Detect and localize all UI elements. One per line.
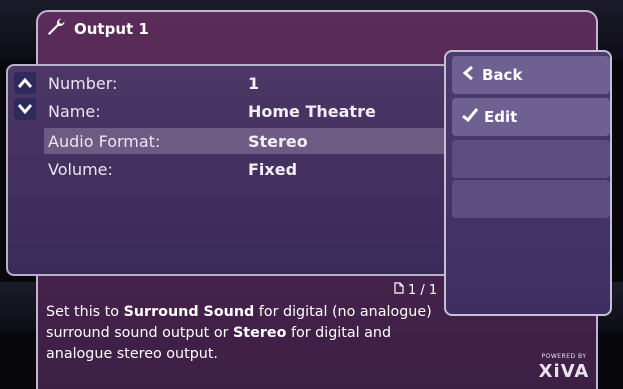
row-label: Number: bbox=[48, 73, 118, 93]
empty-action-slot bbox=[452, 180, 610, 218]
row-label: Audio Format: bbox=[48, 131, 161, 151]
list-item-volume[interactable]: Volume: Fixed bbox=[44, 156, 448, 182]
title-bar: Output 1 bbox=[46, 14, 149, 44]
scroll-down-button[interactable] bbox=[14, 98, 36, 120]
powered-by-logo: POWERED BY XiVA bbox=[532, 353, 596, 382]
description-emphasis: Surround Sound bbox=[123, 304, 255, 320]
list-item-audio-format[interactable]: Audio Format: Stereo bbox=[44, 128, 448, 154]
row-label: Name: bbox=[48, 101, 101, 121]
page-icon bbox=[394, 282, 404, 298]
edit-button[interactable]: Edit bbox=[452, 98, 610, 136]
page-indicator: 1 / 1 bbox=[394, 282, 437, 298]
chevron-down-icon bbox=[17, 100, 33, 119]
description-emphasis: Stereo bbox=[233, 325, 287, 341]
row-value: Stereo bbox=[248, 131, 308, 151]
list-item-name[interactable]: Name: Home Theatre bbox=[44, 98, 448, 124]
page-count: 1 / 1 bbox=[408, 282, 438, 298]
window-title: Output 1 bbox=[74, 20, 149, 38]
row-label: Volume: bbox=[48, 159, 113, 179]
help-description: Set this to Surround Sound for digital (… bbox=[46, 302, 446, 365]
powered-by-text: POWERED BY bbox=[541, 353, 587, 360]
xiva-logo: XiVA bbox=[538, 361, 590, 382]
settings-list-panel: Number: 1 Name: Home Theatre Audio Forma… bbox=[6, 64, 450, 276]
row-value: Fixed bbox=[248, 159, 298, 179]
row-value: 1 bbox=[248, 73, 260, 93]
description-text: Set this to bbox=[46, 304, 124, 320]
empty-action-slot bbox=[452, 140, 610, 178]
back-label: Back bbox=[482, 66, 523, 84]
checkmark-icon bbox=[462, 108, 479, 126]
wrench-icon bbox=[46, 17, 66, 41]
edit-label: Edit bbox=[484, 108, 518, 126]
row-value: Home Theatre bbox=[248, 101, 376, 121]
chevron-left-icon bbox=[462, 65, 476, 84]
list-item-number[interactable]: Number: 1 bbox=[44, 70, 448, 96]
scroll-up-button[interactable] bbox=[14, 72, 36, 94]
chevron-up-icon bbox=[17, 74, 33, 93]
action-panel: Back Edit bbox=[444, 50, 612, 316]
back-button[interactable]: Back bbox=[452, 56, 610, 94]
